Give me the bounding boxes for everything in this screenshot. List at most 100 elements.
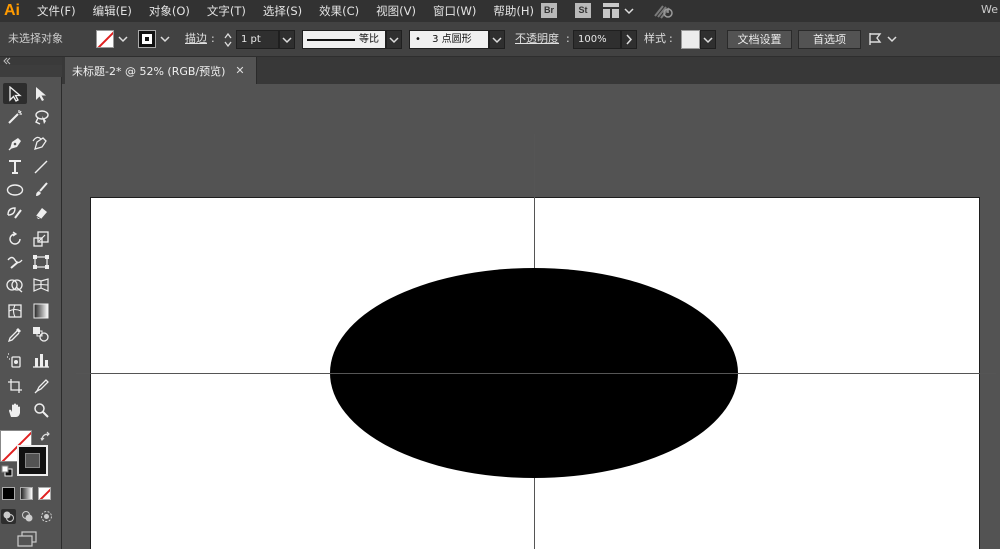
pen-nib-icon: [8, 137, 21, 150]
lasso-tool[interactable]: [29, 106, 53, 127]
graphic-style-dropdown[interactable]: [700, 30, 716, 49]
toolbox-grip[interactable]: [0, 57, 62, 65]
document-setup-button[interactable]: 文档设置: [727, 30, 792, 49]
brush-dot-icon: •: [415, 34, 421, 45]
selection-tool[interactable]: [3, 83, 27, 104]
blend-tool[interactable]: [29, 323, 53, 344]
opacity-input[interactable]: 100%: [573, 30, 621, 49]
document-tab-title: 未标题-2* @ 52% (RGB/预览): [72, 64, 226, 78]
warp-tool[interactable]: [3, 251, 27, 272]
menu-effect[interactable]: 效果(C): [319, 1, 359, 21]
symbol-sprayer-tool[interactable]: [3, 349, 27, 370]
blend-icon: [33, 326, 49, 342]
curvature-tool[interactable]: [29, 133, 53, 154]
rotate-icon: [9, 230, 21, 245]
slice-knife-icon: [34, 378, 49, 393]
fill-dropdown-chevron-icon[interactable]: [117, 33, 129, 45]
draw-behind-button[interactable]: [20, 509, 35, 524]
eyedropper-tool[interactable]: [3, 323, 27, 344]
hand-tool[interactable]: [3, 399, 27, 420]
stroke-swatch[interactable]: [138, 30, 156, 48]
canvas-area[interactable]: [62, 84, 1000, 549]
menu-view[interactable]: 视图(V): [376, 1, 416, 21]
stroke-color-box[interactable]: [17, 445, 48, 476]
stock-button[interactable]: St: [575, 3, 591, 18]
free-transform-icon: [33, 254, 49, 269]
preferences-button[interactable]: 首选项: [798, 30, 861, 49]
pen-tool[interactable]: [3, 133, 27, 154]
workspace-switcher[interactable]: We: [981, 3, 998, 16]
selection-arrow-icon: [9, 85, 22, 102]
slice-tool[interactable]: [29, 375, 53, 396]
profile-label: 等比: [359, 34, 379, 45]
menu-window[interactable]: 窗口(W): [433, 1, 476, 21]
document-tab[interactable]: 未标题-2* @ 52% (RGB/预览) ✕: [65, 57, 257, 84]
menu-items: 文件(F) 编辑(E) 对象(O) 文字(T) 选择(S) 效果(C) 视图(V…: [37, 1, 551, 21]
gradient-mode-button[interactable]: [20, 487, 33, 500]
column-graph-tool[interactable]: [29, 349, 53, 370]
stroke-label[interactable]: 描边: [185, 22, 207, 56]
toolbox-header: [0, 65, 62, 77]
brush-dropdown[interactable]: [489, 30, 505, 49]
opacity-slider-button[interactable]: [621, 30, 637, 49]
brush-definition[interactable]: • 3 点圆形: [409, 30, 489, 49]
mesh-tool[interactable]: [3, 300, 27, 321]
app-logo: Ai: [4, 2, 20, 19]
panel-menu-button[interactable]: [868, 32, 897, 46]
menu-type[interactable]: 文字(T): [207, 1, 246, 21]
menu-object[interactable]: 对象(O): [149, 1, 190, 21]
direct-selection-arrow-icon: [36, 86, 46, 101]
none-mode-button[interactable]: [38, 487, 51, 500]
chevron-down-icon: [624, 7, 634, 14]
perspective-grid-tool[interactable]: [29, 274, 53, 295]
type-tool[interactable]: [3, 156, 27, 177]
stroke-dropdown-chevron-icon[interactable]: [159, 33, 171, 45]
menu-edit[interactable]: 编辑(E): [93, 1, 132, 21]
draw-inside-icon: [41, 511, 52, 522]
graphic-style-swatch[interactable]: [681, 30, 700, 49]
stroke-weight-stepper-icon[interactable]: [223, 31, 233, 49]
bridge-button[interactable]: Br: [541, 3, 557, 18]
menu-help[interactable]: 帮助(H): [493, 1, 534, 21]
zoom-tool[interactable]: [29, 399, 53, 420]
line-tool[interactable]: [29, 156, 53, 177]
eraser-tool[interactable]: [29, 202, 53, 223]
scale-tool[interactable]: [29, 228, 53, 249]
artboard-tool[interactable]: [3, 375, 27, 396]
line-segment-icon: [34, 160, 48, 173]
toolbox: [0, 65, 62, 549]
draw-inside-button[interactable]: [39, 509, 54, 524]
magic-wand-tool[interactable]: [3, 106, 27, 127]
stroke-weight-dropdown[interactable]: [279, 30, 295, 49]
free-transform-tool[interactable]: [29, 251, 53, 272]
draw-behind-icon: [22, 511, 33, 522]
control-bar: 未选择对象 描边 : 1 pt 等比 • 3 点圆形 不透明度 : 100% 样…: [0, 22, 1000, 57]
paintbrush-tool[interactable]: [29, 179, 53, 200]
selection-status: 未选择对象: [8, 32, 63, 45]
opacity-label[interactable]: 不透明度: [515, 22, 559, 56]
menu-file[interactable]: 文件(F): [37, 1, 76, 21]
variable-width-profile[interactable]: 等比: [302, 30, 386, 49]
shape-builder-tool[interactable]: [3, 274, 27, 295]
close-icon[interactable]: ✕: [235, 64, 244, 77]
draw-normal-button[interactable]: [1, 509, 16, 524]
color-mode-button[interactable]: [2, 487, 15, 500]
gradient-tool[interactable]: [29, 300, 53, 321]
arrange-documents-button[interactable]: [603, 3, 634, 18]
ellipse-tool[interactable]: [3, 179, 27, 200]
profile-dropdown[interactable]: [386, 30, 402, 49]
curvature-pen-icon: [32, 136, 47, 150]
menu-select[interactable]: 选择(S): [263, 1, 302, 21]
stroke-weight-input[interactable]: 1 pt: [236, 30, 279, 49]
chevron-down-icon: [492, 37, 502, 44]
rotate-tool[interactable]: [3, 228, 27, 249]
shape-builder-icon: [6, 278, 23, 293]
fill-swatch[interactable]: [96, 30, 114, 48]
swap-colors-icon[interactable]: [40, 431, 52, 443]
gpu-performance-icon[interactable]: [653, 2, 675, 23]
default-colors-icon[interactable]: [1, 465, 13, 477]
screen-mode-button[interactable]: [16, 531, 38, 549]
eyedropper-icon: [7, 327, 21, 342]
direct-selection-tool[interactable]: [29, 83, 53, 104]
shaper-tool[interactable]: [3, 202, 27, 223]
